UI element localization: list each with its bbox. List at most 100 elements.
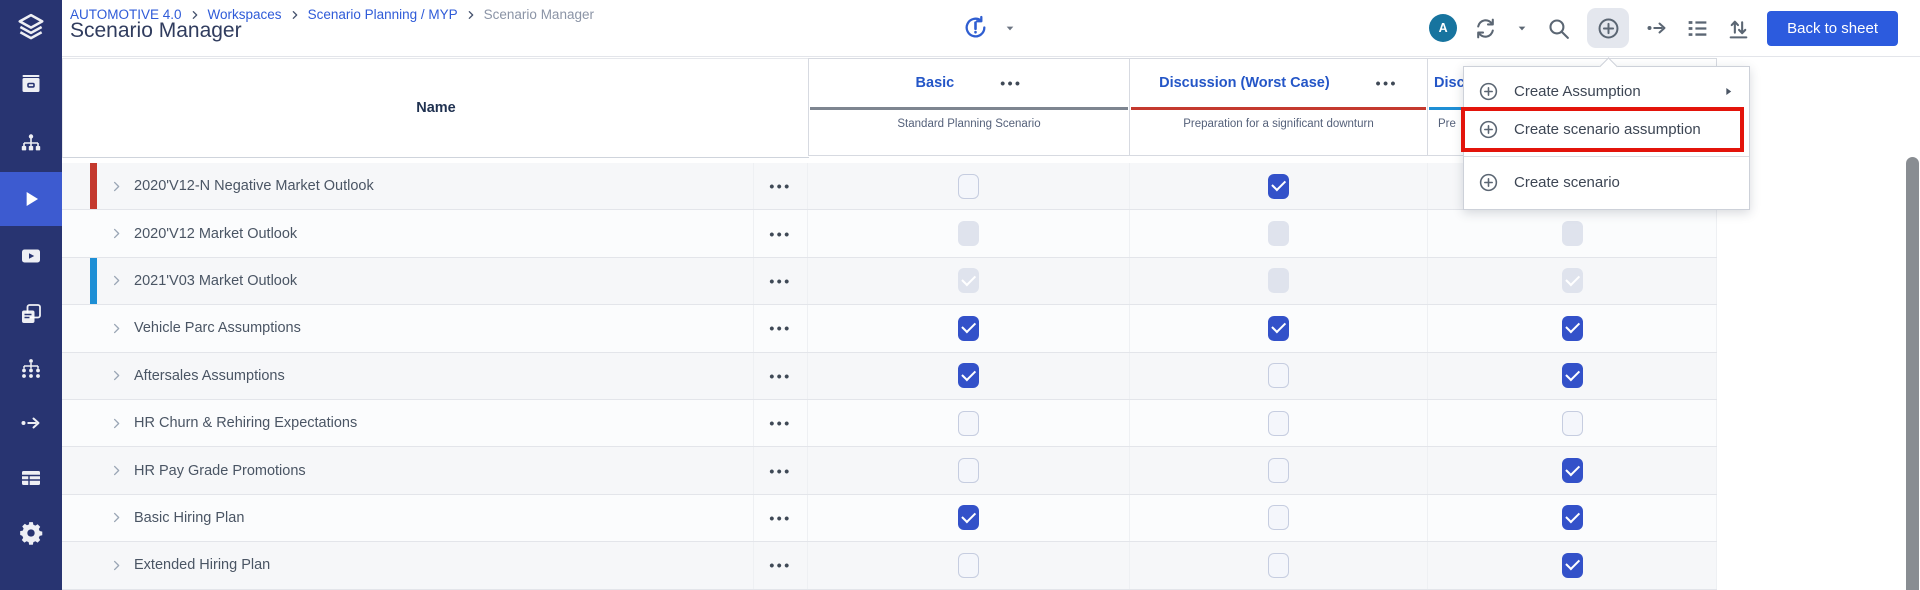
scenario-checkbox-checked[interactable] bbox=[1561, 315, 1583, 341]
refresh-icon[interactable] bbox=[1473, 16, 1498, 41]
row-expand-chevron-icon[interactable] bbox=[110, 559, 123, 572]
scenario-cell bbox=[808, 163, 1130, 210]
sidebar-item-settings-gear[interactable] bbox=[0, 506, 62, 560]
scenario-checkbox-disabled[interactable] bbox=[1561, 221, 1583, 247]
scenario-checkbox-unchecked[interactable] bbox=[1268, 363, 1289, 389]
more-options-icon[interactable]: ••• bbox=[1000, 75, 1022, 91]
scenario-checkbox-disabled-checked[interactable] bbox=[958, 268, 979, 294]
scenario-cell bbox=[808, 210, 1130, 257]
history-dropdown-caret-icon[interactable] bbox=[1002, 20, 1018, 36]
scenario-checkbox-checked[interactable] bbox=[958, 363, 979, 389]
sort-arrows-icon[interactable] bbox=[1726, 16, 1751, 41]
more-options-icon[interactable]: ••• bbox=[769, 226, 791, 242]
scenario-checkbox-disabled[interactable] bbox=[958, 221, 979, 247]
more-options-icon[interactable]: ••• bbox=[769, 178, 791, 194]
scenario-checkbox-checked[interactable] bbox=[1561, 505, 1583, 531]
scenario-checkbox-checked[interactable] bbox=[1268, 315, 1289, 341]
row-expand-chevron-icon[interactable] bbox=[110, 369, 123, 382]
row-expand-chevron-icon[interactable] bbox=[110, 227, 123, 240]
scenario-cell bbox=[1130, 163, 1428, 210]
more-options-icon[interactable]: ••• bbox=[769, 320, 791, 336]
history-alert-icon[interactable] bbox=[962, 14, 989, 41]
sidebar-item-archive[interactable] bbox=[0, 57, 62, 111]
table-grid-icon bbox=[19, 466, 43, 490]
row-expand-chevron-icon[interactable] bbox=[110, 464, 123, 477]
more-options-icon[interactable]: ••• bbox=[769, 557, 791, 573]
scenario-cell bbox=[808, 447, 1130, 494]
row-expand-chevron-icon[interactable] bbox=[110, 511, 123, 524]
more-options-icon[interactable]: ••• bbox=[769, 273, 791, 289]
menu-item-create-scenario-assumption[interactable]: Create scenario assumption bbox=[1464, 110, 1749, 148]
scenario-cell bbox=[1428, 352, 1717, 399]
row-status-indicator bbox=[90, 257, 97, 305]
scenario-cell bbox=[808, 305, 1130, 352]
scenario-title[interactable]: Discussion (Worst Case) bbox=[1159, 75, 1330, 91]
top-bar: AUTOMOTIVE 4.0 Workspaces Scenario Plannin… bbox=[62, 0, 1920, 57]
plus-circle-icon bbox=[1478, 119, 1499, 140]
row-menu-cell: ••• bbox=[753, 542, 808, 589]
table-row-2021-v03-market-outlook: 2021'V03 Market Outlook ••• bbox=[62, 257, 1717, 306]
scenario-checkbox-checked[interactable] bbox=[958, 315, 979, 341]
name-column-header: Name bbox=[62, 58, 809, 158]
row-expand-chevron-icon[interactable] bbox=[110, 417, 123, 430]
row-name-label: 2021'V03 Market Outlook bbox=[134, 272, 298, 289]
avatar[interactable]: A bbox=[1429, 14, 1458, 42]
scenario-checkbox-unchecked[interactable] bbox=[1268, 505, 1289, 531]
sidebar-item-jump-arrow[interactable] bbox=[0, 396, 62, 450]
details-list-icon[interactable] bbox=[1685, 16, 1710, 41]
history-group bbox=[962, 14, 1018, 41]
settings-gear-icon bbox=[18, 520, 44, 546]
vertical-scrollbar-thumb[interactable] bbox=[1906, 157, 1919, 590]
scenario-checkbox-unchecked[interactable] bbox=[958, 458, 979, 484]
row-name-label: Basic Hiring Plan bbox=[134, 509, 245, 526]
add-circle-icon[interactable] bbox=[1587, 8, 1630, 48]
scenario-checkbox-unchecked[interactable] bbox=[958, 552, 979, 578]
sidebar-item-node-tree[interactable] bbox=[0, 342, 62, 396]
scenario-checkbox-unchecked[interactable] bbox=[1268, 552, 1289, 578]
scenario-checkbox-unchecked[interactable] bbox=[1268, 458, 1289, 484]
more-options-icon[interactable]: ••• bbox=[769, 463, 791, 479]
scenario-title[interactable]: Disc bbox=[1434, 75, 1465, 91]
scenario-title[interactable]: Basic bbox=[916, 75, 955, 91]
scenario-subtitle: Preparation for a significant downturn bbox=[1183, 118, 1374, 130]
scenario-checkbox-unchecked[interactable] bbox=[958, 173, 979, 199]
sidebar-item-layers-logo[interactable] bbox=[0, 0, 62, 54]
table-row-2020-v12-market-outlook: 2020'V12 Market Outlook ••• bbox=[62, 210, 1717, 258]
table-row-hr-pay-grade-promotions: HR Pay Grade Promotions ••• bbox=[62, 447, 1717, 495]
scenario-checkbox-unchecked[interactable] bbox=[958, 410, 979, 436]
scenario-checkbox-checked[interactable] bbox=[1561, 458, 1583, 484]
sidebar-item-table-grid[interactable] bbox=[0, 451, 62, 505]
breadcrumb-item-scenario-planning-myp[interactable]: Scenario Planning / MYP bbox=[308, 7, 458, 22]
scenario-checkbox-disabled[interactable] bbox=[1268, 221, 1289, 247]
menu-item-create-assumption[interactable]: Create Assumption bbox=[1464, 72, 1749, 110]
more-options-icon[interactable]: ••• bbox=[1376, 75, 1398, 91]
chevron-down-icon[interactable] bbox=[1514, 20, 1530, 36]
more-options-icon[interactable]: ••• bbox=[769, 368, 791, 384]
back-to-sheet-button[interactable]: Back to sheet bbox=[1767, 10, 1898, 46]
row-expand-chevron-icon[interactable] bbox=[110, 274, 123, 287]
scenario-checkbox-unchecked[interactable] bbox=[1561, 410, 1583, 436]
scenario-subtitle: Standard Planning Scenario bbox=[897, 118, 1041, 130]
row-name-label: HR Pay Grade Promotions bbox=[134, 462, 306, 479]
row-expand-chevron-icon[interactable] bbox=[110, 322, 123, 335]
search-icon[interactable] bbox=[1546, 16, 1571, 41]
scenario-checkbox-disabled-checked[interactable] bbox=[1561, 268, 1583, 294]
row-menu-cell: ••• bbox=[753, 447, 808, 494]
scenario-checkbox-checked[interactable] bbox=[1561, 552, 1583, 578]
sidebar-item-video-play[interactable] bbox=[0, 229, 62, 283]
more-options-icon[interactable]: ••• bbox=[769, 510, 791, 526]
row-expand-chevron-icon[interactable] bbox=[110, 180, 123, 193]
sidebar-item-play[interactable] bbox=[0, 172, 62, 226]
sidebar-item-documents[interactable] bbox=[0, 287, 62, 341]
scenario-checkbox-checked[interactable] bbox=[958, 505, 979, 531]
scenario-column-header-discussion-worst-case: Discussion (Worst Case) ••• Preparation fo… bbox=[1130, 58, 1428, 156]
more-options-icon[interactable]: ••• bbox=[769, 415, 791, 431]
sidebar bbox=[0, 0, 62, 590]
sidebar-item-org-chart[interactable] bbox=[0, 117, 62, 171]
scenario-checkbox-checked[interactable] bbox=[1268, 173, 1289, 199]
jump-arrow-icon[interactable] bbox=[1645, 16, 1669, 40]
menu-item-create-scenario[interactable]: Create scenario bbox=[1464, 163, 1749, 201]
scenario-checkbox-checked[interactable] bbox=[1561, 363, 1583, 389]
scenario-checkbox-unchecked[interactable] bbox=[1268, 410, 1289, 436]
scenario-checkbox-disabled[interactable] bbox=[1268, 268, 1289, 294]
